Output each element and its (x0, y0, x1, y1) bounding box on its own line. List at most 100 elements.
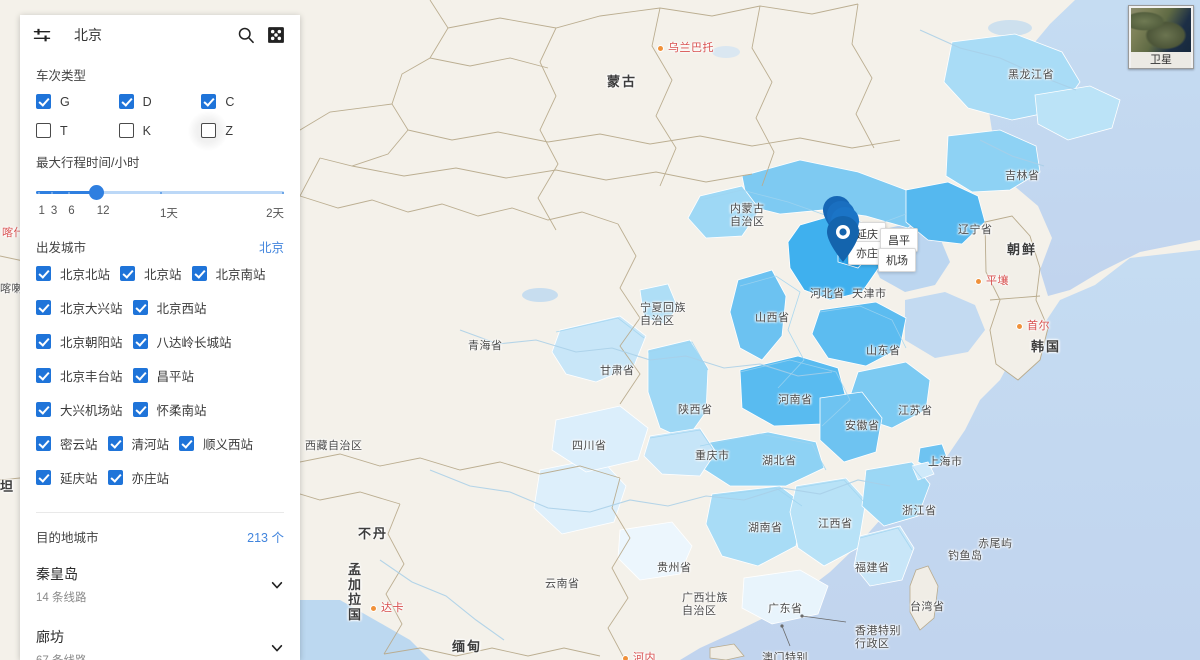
slider-tick (281, 191, 284, 194)
map-marker-label[interactable]: 机场 (878, 248, 916, 272)
station-label: 北京西站 (156, 302, 207, 316)
destination-text: 秦皇岛 14 条线路 (36, 564, 87, 605)
station-label: 大兴机场站 (60, 404, 123, 418)
slider-fill (36, 191, 97, 194)
checkbox-box (36, 402, 51, 417)
slider-tick-labels: 1 3 6 12 1天 2天 (36, 205, 284, 223)
station-checkbox[interactable]: 大兴机场站 (36, 400, 123, 419)
slider-thumb[interactable] (89, 185, 105, 200)
station-row: 北京丰台站 昌平站 (36, 366, 284, 385)
destination-title: 目的地城市 (36, 531, 99, 545)
slider-tick-label: 12 (96, 205, 110, 217)
slider-tick-label: 1天 (160, 208, 178, 220)
chevron-down-icon[interactable] (270, 641, 284, 655)
destination-count[interactable]: 213 个 (247, 527, 284, 546)
station-checkbox[interactable]: 北京丰台站 (36, 366, 123, 385)
slider-track[interactable] (36, 191, 284, 194)
checkbox-box (36, 123, 51, 138)
destination-name: 秦皇岛 (36, 566, 78, 582)
train-type-checkbox-Z[interactable]: Z (188, 110, 284, 151)
station-checkbox[interactable]: 顺义西站 (179, 434, 253, 453)
search-icon[interactable] (236, 25, 256, 45)
station-checkbox[interactable]: 密云站 (36, 434, 98, 453)
capital-dot-icon (623, 656, 628, 660)
train-type-checkbox-T[interactable]: T (36, 123, 119, 138)
duration-title: 最大行程时间/小时 (36, 156, 140, 170)
sliders-icon[interactable] (32, 25, 52, 45)
destination-routes: 67 条线路 (36, 652, 87, 660)
checkbox-box (120, 266, 136, 281)
station-row: 大兴机场站 怀柔南站 (36, 400, 284, 419)
satellite-toggle-button[interactable]: 卫星 (1128, 5, 1194, 69)
station-checkbox[interactable]: 北京站 (120, 264, 182, 283)
checkbox-box (132, 334, 148, 349)
checkbox-label: D (142, 94, 152, 109)
checkbox-box (132, 402, 148, 417)
checkbox-box (179, 436, 195, 451)
checkbox-label: Z (225, 123, 233, 138)
filter-panel: 北京 车次类型 GDCTKZ 最大行程时间/小时 1 3 6 12 1天 2天 … (20, 15, 300, 660)
station-label: 北京丰台站 (60, 370, 123, 384)
train-type-checkbox-G[interactable]: G (36, 94, 119, 109)
station-row: 北京北站 北京站 北京南站 (36, 264, 284, 283)
station-checkbox[interactable]: 北京大兴站 (36, 298, 123, 317)
capital-dot-icon (976, 279, 981, 284)
station-checkbox[interactable]: 怀柔南站 (132, 400, 207, 419)
destination-item[interactable]: 廊坊 67 条线路 (36, 617, 284, 660)
checkbox-box (36, 300, 51, 315)
panel-header: 北京 (20, 15, 300, 55)
station-checkbox[interactable]: 清河站 (107, 434, 169, 453)
satellite-toggle-label: 卫星 (1131, 52, 1191, 68)
station-checkbox[interactable]: 北京西站 (132, 298, 207, 317)
origin-title: 出发城市 (36, 241, 87, 255)
origin-station-list: 北京北站 北京站 北京南站 北京大兴站 北京西站 北京朝阳站 八达岭长城站 北京丰台站 昌平站大… (36, 264, 284, 506)
station-label: 北京朝阳站 (60, 336, 123, 350)
destination-list: 秦皇岛 14 条线路廊坊 67 条线路 (36, 554, 284, 660)
destination-item[interactable]: 秦皇岛 14 条线路 (36, 554, 284, 617)
station-checkbox[interactable]: 北京南站 (191, 264, 266, 283)
station-checkbox[interactable]: 延庆站 (36, 468, 98, 487)
slider-tick-label: 3 (50, 205, 58, 217)
station-label: 延庆站 (60, 472, 98, 486)
station-label: 亦庄站 (131, 472, 170, 486)
station-checkbox[interactable]: 亦庄站 (107, 468, 170, 487)
station-checkbox[interactable]: 八达岭长城站 (132, 332, 232, 351)
station-label: 北京站 (144, 268, 182, 282)
origin-city-link[interactable]: 北京 (259, 237, 284, 256)
station-checkbox[interactable]: 昌平站 (132, 366, 194, 385)
map-pin-selected[interactable] (826, 216, 859, 262)
checkbox-box (201, 123, 217, 138)
station-label: 八达岭长城站 (156, 336, 232, 350)
station-label: 顺义西站 (203, 438, 254, 452)
slider-tick-label: 2天 (266, 208, 284, 220)
checkbox-label: K (142, 123, 152, 138)
duration-slider[interactable] (36, 181, 284, 203)
train-type-checkbox-C[interactable]: C (201, 94, 284, 109)
station-label: 怀柔南站 (156, 404, 207, 418)
destination-routes: 14 条线路 (36, 592, 87, 604)
app-root: 乌兰巴托 蒙古 内蒙古 自治区 黑龙江省 吉林省 辽宁省 朝鲜 平壤 首尔 韩国 河北省 天津市 山西省… (0, 0, 1200, 660)
slider-tick (160, 191, 162, 194)
checkbox-box (36, 334, 51, 349)
panel-title: 北京 (74, 27, 102, 43)
station-row: 密云站 清河站 顺义西站 (36, 434, 284, 453)
checkbox-label: T (60, 123, 68, 138)
slider-tick-label: 6 (68, 205, 75, 217)
checkbox-box (118, 123, 134, 138)
checkbox-box (201, 94, 217, 109)
grid-icon[interactable] (266, 25, 286, 45)
station-checkbox[interactable]: 北京北站 (36, 264, 110, 283)
station-checkbox[interactable]: 北京朝阳站 (36, 332, 123, 351)
checkbox-box (132, 368, 148, 383)
slider-tick-label: 1 (38, 205, 45, 217)
checkbox-box (107, 470, 123, 485)
divider (36, 512, 284, 513)
checkbox-box (36, 436, 51, 451)
train-type-options: G D C T K Z (36, 94, 284, 151)
checkbox-label: C (225, 94, 235, 109)
train-type-checkbox-D[interactable]: D (118, 94, 202, 109)
train-type-row: TKZ (36, 110, 284, 151)
chevron-down-icon[interactable] (270, 578, 284, 592)
station-label: 北京北站 (60, 268, 111, 282)
checkbox-box (107, 436, 123, 451)
